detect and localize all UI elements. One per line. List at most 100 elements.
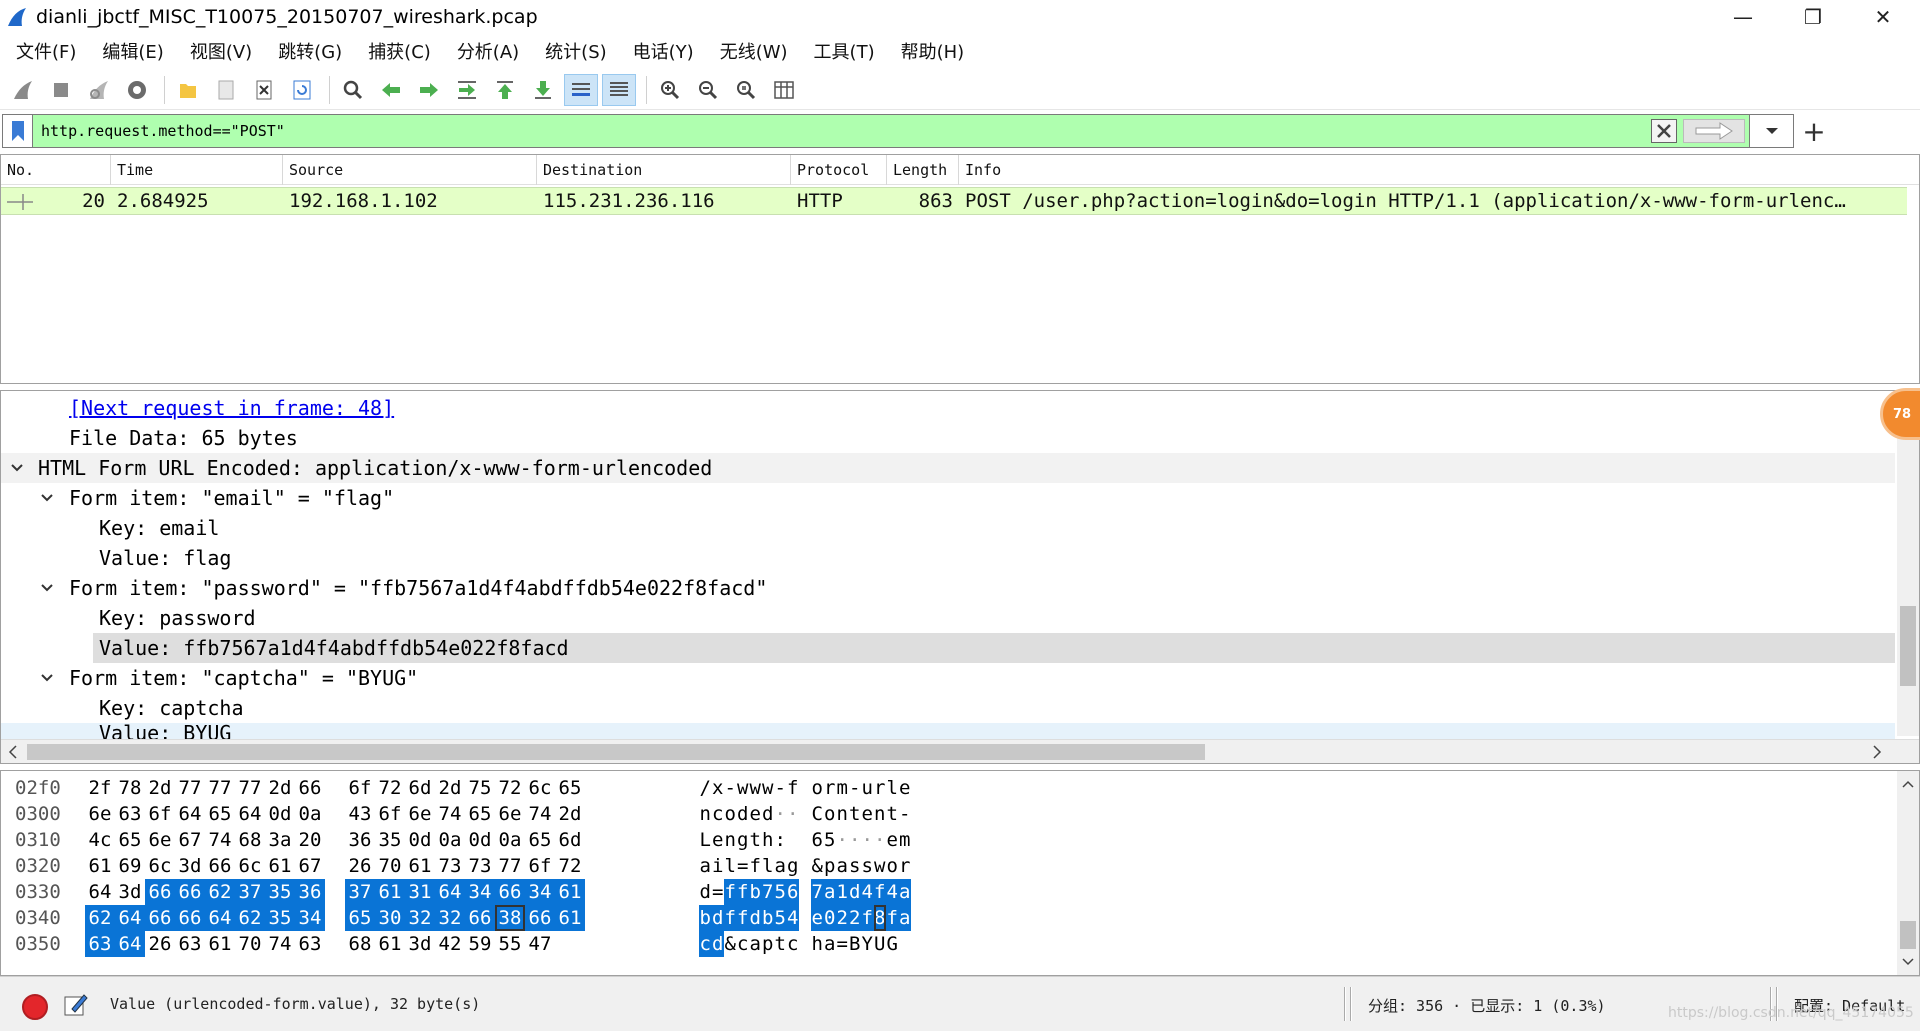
scroll-down-icon[interactable] xyxy=(1901,957,1915,967)
bytes-vertical-scrollbar[interactable] xyxy=(1897,771,1919,975)
ascii-char[interactable]: o xyxy=(724,801,737,827)
ascii-char[interactable]: e xyxy=(899,775,912,801)
hex-byte[interactable]: 66 xyxy=(175,905,205,931)
ascii-char[interactable]: 6 xyxy=(786,879,799,905)
ascii-char[interactable]: g xyxy=(737,827,750,853)
column-header-protocol[interactable]: Protocol xyxy=(791,154,887,185)
hex-byte[interactable]: 2d xyxy=(265,775,295,801)
details-horizontal-scrollbar[interactable] xyxy=(1,739,1919,763)
details-horizontal-thumb[interactable] xyxy=(27,744,1205,760)
hex-byte[interactable]: 34 xyxy=(465,879,495,905)
hex-byte[interactable]: 64 xyxy=(235,801,265,827)
ascii-char[interactable]: d xyxy=(749,905,762,931)
hex-byte[interactable]: 65 xyxy=(555,775,585,801)
ascii-char[interactable]: f xyxy=(749,853,762,879)
ascii-char[interactable]: d xyxy=(711,931,724,957)
ascii-char[interactable]: · xyxy=(874,827,887,853)
ascii-char[interactable]: 6 xyxy=(811,827,824,853)
hex-byte[interactable]: 77 xyxy=(205,775,235,801)
hex-byte[interactable]: 32 xyxy=(405,905,435,931)
hex-byte[interactable]: 62 xyxy=(85,905,115,931)
ascii-char[interactable]: s xyxy=(861,853,874,879)
ascii-char[interactable]: x xyxy=(712,775,725,801)
ascii-char[interactable]: 1 xyxy=(836,879,849,905)
hex-byte[interactable]: 72 xyxy=(495,775,525,801)
ascii-char[interactable]: = xyxy=(836,931,849,957)
hex-byte[interactable]: 32 xyxy=(435,905,465,931)
close-file-icon[interactable] xyxy=(247,74,281,106)
ascii-char[interactable]: · xyxy=(849,827,862,853)
ascii-char[interactable]: 4 xyxy=(886,879,899,905)
ascii-char[interactable]: 2 xyxy=(848,905,861,931)
hex-byte[interactable]: 36 xyxy=(295,879,325,905)
find-packet-icon[interactable] xyxy=(336,74,370,106)
hex-byte[interactable]: 61 xyxy=(205,931,235,957)
hex-byte[interactable]: 66 xyxy=(145,879,175,905)
hex-byte[interactable]: 67 xyxy=(295,853,325,879)
hex-byte[interactable]: 3d xyxy=(175,853,205,879)
ascii-char[interactable]: 7 xyxy=(761,879,774,905)
ascii-char[interactable]: = xyxy=(712,879,725,905)
filter-history-dropdown[interactable] xyxy=(1750,114,1794,148)
display-filter-input[interactable]: http.request.method=="POST" xyxy=(32,114,1750,148)
hex-byte[interactable]: 66 xyxy=(495,879,525,905)
hex-byte[interactable]: 74 xyxy=(435,801,465,827)
hex-byte[interactable]: 0a xyxy=(435,827,465,853)
tree-captcha-value[interactable]: Value: BYUG xyxy=(1,723,1895,739)
hex-byte[interactable]: 59 xyxy=(465,931,495,957)
ascii-char[interactable]: n xyxy=(724,827,737,853)
ascii-char[interactable]: t xyxy=(886,801,899,827)
hex-byte[interactable]: 64 xyxy=(175,801,205,827)
column-header-no[interactable]: No. xyxy=(1,154,111,185)
go-forward-icon[interactable] xyxy=(412,74,446,106)
ascii-char[interactable]: · xyxy=(861,827,874,853)
ascii-char[interactable]: n xyxy=(699,801,712,827)
ascii-char[interactable]: h xyxy=(762,827,775,853)
ascii-char[interactable]: s xyxy=(849,853,862,879)
ascii-char[interactable]: a xyxy=(699,853,712,879)
ascii-char[interactable]: n xyxy=(836,801,849,827)
scroll-right-icon[interactable] xyxy=(1871,744,1883,760)
hex-byte[interactable]: 6e xyxy=(145,827,175,853)
ascii-char[interactable]: a xyxy=(823,879,836,905)
hex-byte[interactable]: 65 xyxy=(345,905,375,931)
column-header-source[interactable]: Source xyxy=(283,154,537,185)
reload-icon[interactable] xyxy=(285,74,319,106)
ascii-char[interactable]: m xyxy=(899,827,912,853)
ascii-char[interactable]: e xyxy=(749,801,762,827)
ascii-char[interactable]: 5 xyxy=(824,827,837,853)
go-back-icon[interactable] xyxy=(374,74,408,106)
hex-byte[interactable]: 63 xyxy=(85,931,115,957)
hex-byte[interactable]: 62 xyxy=(235,905,265,931)
hex-byte[interactable]: 61 xyxy=(405,853,435,879)
ascii-char[interactable]: d xyxy=(762,801,775,827)
hex-byte[interactable]: 6f xyxy=(145,801,175,827)
column-header-length[interactable]: Length xyxy=(887,154,959,185)
ascii-char[interactable]: e xyxy=(886,827,899,853)
hex-byte[interactable]: 6c xyxy=(235,853,265,879)
chevron-down-icon[interactable] xyxy=(9,460,25,476)
hex-byte[interactable]: 75 xyxy=(465,775,495,801)
menu-telephony[interactable]: 电话(Y) xyxy=(623,38,710,64)
auto-scroll-icon[interactable] xyxy=(564,73,598,106)
save-file-icon[interactable] xyxy=(209,74,243,106)
scroll-up-icon[interactable] xyxy=(1901,779,1915,789)
stop-icon[interactable] xyxy=(44,74,78,106)
hex-byte[interactable]: 6d xyxy=(405,775,435,801)
hex-byte[interactable]: 2d xyxy=(555,801,585,827)
tree-email-value[interactable]: Value: flag xyxy=(1,543,1895,573)
tree-item-password[interactable]: Form item: "password" = "ffb7567a1d4f4ab… xyxy=(1,573,1895,603)
hex-byte[interactable]: 6f xyxy=(345,775,375,801)
ascii-char[interactable]: 0 xyxy=(823,905,836,931)
hex-byte[interactable]: 69 xyxy=(115,853,145,879)
hex-byte[interactable]: 6f xyxy=(525,853,555,879)
ascii-char[interactable]: - xyxy=(774,775,787,801)
expert-status-icon[interactable] xyxy=(22,994,48,1020)
menu-view[interactable]: 视图(V) xyxy=(180,38,268,64)
hex-byte[interactable]: 20 xyxy=(295,827,325,853)
hex-byte[interactable]: 74 xyxy=(265,931,295,957)
hex-byte[interactable]: 74 xyxy=(525,801,555,827)
hex-byte[interactable]: 70 xyxy=(235,931,265,957)
hex-byte[interactable]: 66 xyxy=(465,905,495,931)
shark-fin-start-icon[interactable] xyxy=(6,74,40,106)
